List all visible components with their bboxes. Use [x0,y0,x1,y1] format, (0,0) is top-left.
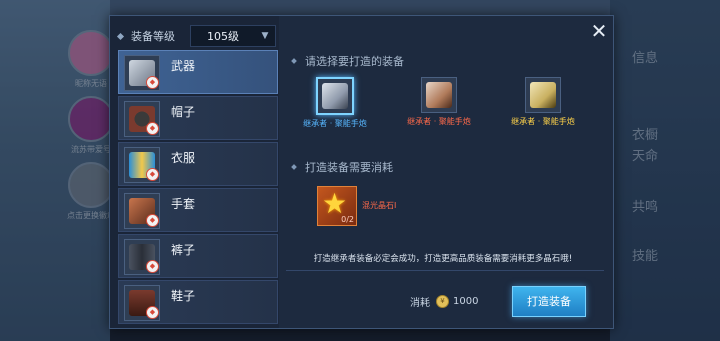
diamond-icon [291,164,297,170]
equipment-name: 继承者 · 聚能手炮 [303,119,367,128]
materials-title: 打造装备需要消耗 [291,159,393,175]
equipment-level-label: 装备等级 [131,30,175,43]
category-label: 武器 [171,59,196,73]
material-name: 混光晶石I [362,201,397,210]
category-label: 帽子 [171,105,196,119]
badge-icon: ◆ [146,260,159,273]
equipment-level-row: 装备等级 105级 ▼ [116,24,276,48]
material-item[interactable]: ★ 0/2 混光晶石I [317,186,396,226]
forge-button[interactable]: 打造装备 [512,286,586,317]
category-label: 鞋子 [171,289,196,303]
category-label: 裤子 [171,243,196,257]
divider [286,270,604,271]
chevron-down-icon: ▼ [261,31,269,41]
hand-cannon-icon [525,77,561,113]
badge-icon: ◆ [146,76,159,89]
category-list: ◆ 武器 ◆ 帽子 ◆ 衣服 ◆ 手套 ◆ 裤子 ◆ 鞋子 [118,50,278,326]
section-title-text: 打造装备需要消耗 [305,161,393,174]
section-title-text: 请选择要打造的装备 [305,55,404,68]
badge-icon: ◆ [146,214,159,227]
material-box: ★ 0/2 [317,186,357,226]
hand-cannon-icon [316,77,354,115]
equipment-option-1[interactable]: 继承者 · 聚能手炮 [285,77,385,129]
equipment-option-3[interactable]: 继承者 · 聚能手炮 [493,77,593,127]
category-weapon[interactable]: ◆ 武器 [118,50,278,94]
category-hat[interactable]: ◆ 帽子 [118,96,278,140]
diamond-icon [116,32,125,40]
cost-label: 消耗 [410,298,430,309]
equipment-option-2[interactable]: 继承者 · 聚能手炮 [389,77,489,127]
category-shoes[interactable]: ◆ 鞋子 [118,280,278,324]
equipment-name: 继承者 · 聚能手炮 [511,117,575,126]
forge-notice: 打造继承者装备必定会成功，打造更高品质装备需要消耗更多晶石哦! [313,254,573,264]
category-pants[interactable]: ◆ 裤子 [118,234,278,278]
category-label: 衣服 [171,151,196,165]
cost-value: 1000 [453,296,479,307]
coin-icon: ¥ [436,295,449,308]
badge-icon: ◆ [146,122,159,135]
badge-icon: ◆ [146,306,159,319]
forge-equipment-modal: 装备等级 105级 ▼ ◆ 武器 ◆ 帽子 ◆ 衣服 ◆ 手套 ◆ 裤子 ◆ 鞋… [109,15,614,329]
category-label: 手套 [171,197,196,211]
equipment-level-value: 105级 [207,30,239,43]
material-count: 0/2 [341,215,354,224]
select-equipment-title: 请选择要打造的装备 [291,53,404,69]
equipment-level-select[interactable]: 105级 ▼ [190,25,276,47]
category-clothes[interactable]: ◆ 衣服 [118,142,278,186]
category-gloves[interactable]: ◆ 手套 [118,188,278,232]
forge-content: 请选择要打造的装备 继承者 · 聚能手炮 继承者 · 聚能手炮 继承者 · 聚能… [282,16,613,328]
hand-cannon-icon [421,77,457,113]
category-panel: 装备等级 105级 ▼ ◆ 武器 ◆ 帽子 ◆ 衣服 ◆ 手套 ◆ 裤子 ◆ 鞋… [110,16,279,328]
equipment-name: 继承者 · 聚能手炮 [407,117,471,126]
diamond-icon [291,58,297,64]
badge-icon: ◆ [146,168,159,181]
cost-display: 消耗 ¥ 1000 [410,294,478,309]
